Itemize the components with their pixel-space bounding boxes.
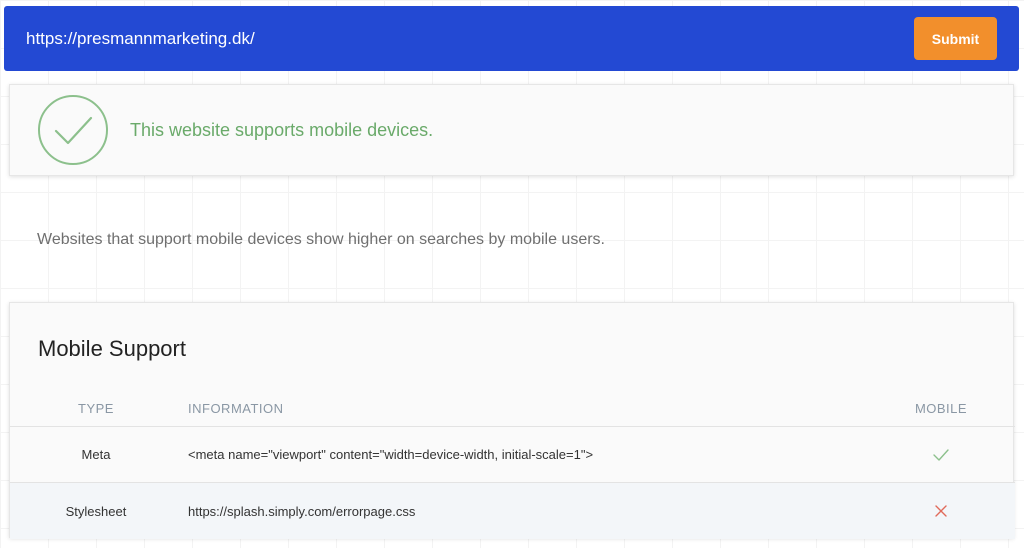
check-icon <box>933 448 949 461</box>
cell-mobile <box>867 502 1015 520</box>
cell-type: Stylesheet <box>65 503 127 519</box>
column-header-type: TYPE <box>78 400 114 416</box>
cell-information: <meta name="viewport" content="width=dev… <box>188 447 594 462</box>
table-header: TYPE INFORMATION MOBILE <box>10 390 1015 427</box>
section-title: Mobile Support <box>38 336 186 361</box>
column-header-mobile: MOBILE <box>914 400 968 416</box>
url-bar: Submit <box>4 6 1019 71</box>
column-header-information: INFORMATION <box>188 400 284 416</box>
support-table: TYPE INFORMATION MOBILE Meta <meta name=… <box>10 390 1015 539</box>
submit-button[interactable]: Submit <box>914 17 997 60</box>
cell-type: Meta <box>81 447 111 462</box>
description-text: Websites that support mobile devices sho… <box>37 231 605 248</box>
table-row: Meta <meta name="viewport" content="widt… <box>10 427 1015 483</box>
url-input[interactable] <box>26 28 726 49</box>
mobile-support-card: Mobile Support TYPE INFORMATION MOBILE M… <box>9 302 1015 539</box>
check-circle-icon <box>38 95 108 165</box>
status-message: This website supports mobile devices. <box>130 119 434 140</box>
cross-icon <box>935 505 947 517</box>
status-card: This website supports mobile devices. <box>9 84 1014 176</box>
cell-mobile <box>867 446 1015 464</box>
cell-information: https://splash.simply.com/errorpage.css <box>188 503 416 519</box>
table-row: Stylesheet https://splash.simply.com/err… <box>10 483 1015 539</box>
